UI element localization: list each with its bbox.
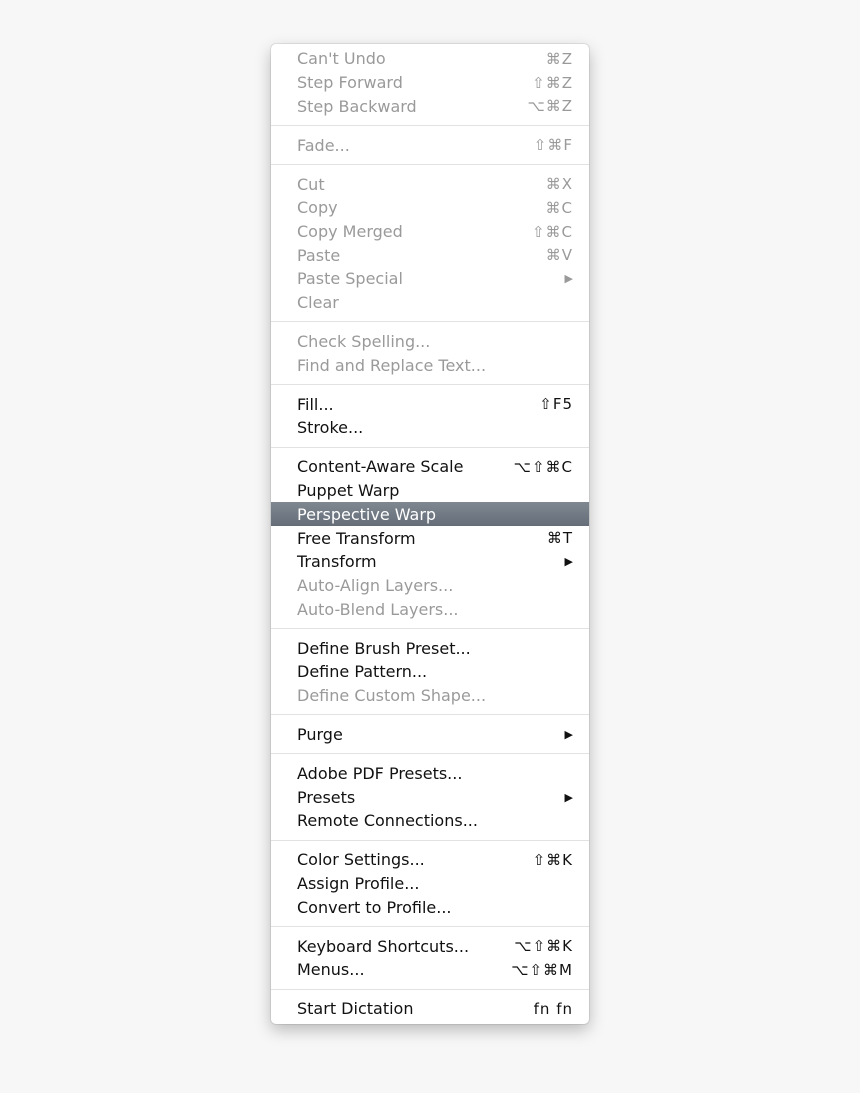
shortcut-label: ⇧⌘Z (532, 73, 573, 92)
submenu-arrow-icon: ▶ (564, 555, 573, 569)
menu-item-free-transform[interactable]: Free Transform ⌘T (271, 526, 589, 550)
menu-item-label: Purge (297, 724, 343, 744)
menu-separator (271, 621, 589, 636)
menu-item-start-dictation[interactable]: Start Dictation fn fn (271, 997, 589, 1021)
menu-item-perspective-warp[interactable]: Perspective Warp (271, 502, 589, 527)
menu-item-label: Color Settings... (297, 850, 425, 870)
menu-item-remote-connections[interactable]: Remote Connections... (271, 809, 589, 833)
menu-item-label: Paste Special (297, 269, 403, 289)
menu-separator (271, 982, 589, 997)
menu-item-label: Define Custom Shape... (297, 685, 487, 705)
menu-item-step-forward: Step Forward ⇧⌘Z (271, 71, 589, 95)
menu-item-label: Convert to Profile... (297, 897, 452, 917)
menu-item-step-backward: Step Backward ⌥⌘Z (271, 94, 589, 118)
shortcut-label: ⌘T (546, 529, 573, 548)
menu-item-label: Presets (297, 787, 356, 807)
menu-separator (271, 707, 589, 722)
menu-item-copy-merged: Copy Merged ⇧⌘C (271, 220, 589, 244)
menu-item-label: Define Pattern... (297, 662, 428, 682)
menu-item-cut: Cut ⌘X (271, 172, 589, 196)
menu-item-auto-blend-layers: Auto-Blend Layers... (271, 597, 589, 621)
menu-item-label: Clear (297, 293, 339, 313)
menu-item-clear: Clear (271, 291, 589, 315)
menu-item-label: Perspective Warp (297, 504, 437, 524)
menu-item-define-custom-shape: Define Custom Shape... (271, 684, 589, 708)
menu-separator (271, 377, 589, 392)
shortcut-label: ⇧⌘F (533, 136, 573, 155)
menu-item-assign-profile[interactable]: Assign Profile... (271, 872, 589, 896)
menu-item-menus[interactable]: Menus... ⌥⇧⌘M (271, 958, 589, 982)
menu-item-label: Assign Profile... (297, 873, 420, 893)
menu-item-keyboard-shortcuts[interactable]: Keyboard Shortcuts... ⌥⇧⌘K (271, 934, 589, 958)
menu-item-can-t-undo: Can't Undo ⌘Z (271, 47, 589, 71)
menu-separator (271, 157, 589, 172)
menu-item-color-settings[interactable]: Color Settings... ⇧⌘K (271, 848, 589, 872)
menu-item-label: Stroke... (297, 418, 364, 438)
shortcut-label: ⇧F5 (539, 395, 573, 414)
menu-item-label: Fade... (297, 135, 350, 155)
menu-item-label: Transform (297, 552, 377, 572)
menu-separator (271, 440, 589, 455)
menu-item-stroke[interactable]: Stroke... (271, 416, 589, 440)
menu-item-label: Fill... (297, 394, 334, 414)
submenu-arrow-icon: ▶ (564, 790, 573, 804)
menu-item-label: Step Forward (297, 73, 403, 93)
menu-separator (271, 746, 589, 761)
menu-item-fade: Fade... ⇧⌘F (271, 133, 589, 157)
shortcut-label: ⌘C (545, 198, 573, 217)
menu-item-label: Copy Merged (297, 222, 403, 242)
menu-item-label: Copy (297, 198, 338, 218)
menu-item-label: Step Backward (297, 96, 417, 116)
menu-item-paste: Paste ⌘V (271, 243, 589, 267)
shortcut-label: ⌘X (545, 175, 573, 194)
menu-item-define-brush-preset[interactable]: Define Brush Preset... (271, 636, 589, 660)
menu-item-label: Keyboard Shortcuts... (297, 936, 470, 956)
menu-item-purge[interactable]: Purge ▶ (271, 723, 589, 747)
menu-item-label: Menus... (297, 960, 365, 980)
shortcut-label: ⌥⇧⌘M (511, 960, 573, 979)
menu-item-label: Remote Connections... (297, 811, 478, 831)
submenu-arrow-icon: ▶ (564, 272, 573, 286)
menu-item-puppet-warp[interactable]: Puppet Warp (271, 479, 589, 503)
shortcut-label: ⇧⌘C (531, 222, 573, 241)
menu-item-copy: Copy ⌘C (271, 196, 589, 220)
menu-item-presets[interactable]: Presets ▶ (271, 785, 589, 809)
shortcut-label: ⌥⇧⌘C (513, 457, 573, 476)
shortcut-label: ⌘V (545, 246, 573, 265)
menu-item-label: Puppet Warp (297, 481, 400, 501)
menu-item-label: Define Brush Preset... (297, 638, 471, 658)
menu-item-convert-to-profile[interactable]: Convert to Profile... (271, 895, 589, 919)
edit-menu: Can't Undo ⌘Z Step Forward ⇧⌘Z Step Backward… (271, 44, 589, 1024)
menu-item-label: Start Dictation (297, 999, 414, 1019)
menu-item-label: Free Transform (297, 528, 416, 548)
menu-item-check-spelling: Check Spelling... (271, 330, 589, 354)
shortcut-label: ⌘Z (545, 49, 573, 68)
menu-item-label: Paste (297, 245, 341, 265)
shortcut-label: ⇧⌘K (532, 850, 573, 869)
menu-item-transform[interactable]: Transform ▶ (271, 550, 589, 574)
menu-item-content-aware-scale[interactable]: Content-Aware Scale ⌥⇧⌘C (271, 455, 589, 479)
menu-item-label: Auto-Align Layers... (297, 575, 454, 595)
menu-item-label: Adobe PDF Presets... (297, 763, 463, 783)
menu-item-label: Check Spelling... (297, 332, 431, 352)
submenu-arrow-icon: ▶ (564, 727, 573, 741)
menu-item-label: Content-Aware Scale (297, 457, 464, 477)
shortcut-label: ⌥⌘Z (527, 97, 573, 116)
menu-separator (271, 314, 589, 329)
menu-separator (271, 919, 589, 934)
menu-item-label: Can't Undo (297, 49, 386, 69)
menu-item-fill[interactable]: Fill... ⇧F5 (271, 392, 589, 416)
menu-item-define-pattern[interactable]: Define Pattern... (271, 660, 589, 684)
menu-item-adobe-pdf-presets[interactable]: Adobe PDF Presets... (271, 762, 589, 786)
shortcut-label: fn fn (533, 999, 573, 1018)
menu-item-label: Cut (297, 174, 325, 194)
menu-item-label: Find and Replace Text... (297, 355, 487, 375)
menu-item-auto-align-layers: Auto-Align Layers... (271, 574, 589, 598)
menu-item-find-and-replace-text: Find and Replace Text... (271, 353, 589, 377)
menu-separator (271, 833, 589, 848)
menu-separator (271, 118, 589, 133)
shortcut-label: ⌥⇧⌘K (514, 937, 573, 956)
menu-item-paste-special: Paste Special ▶ (271, 267, 589, 291)
menu-item-label: Auto-Blend Layers... (297, 599, 459, 619)
